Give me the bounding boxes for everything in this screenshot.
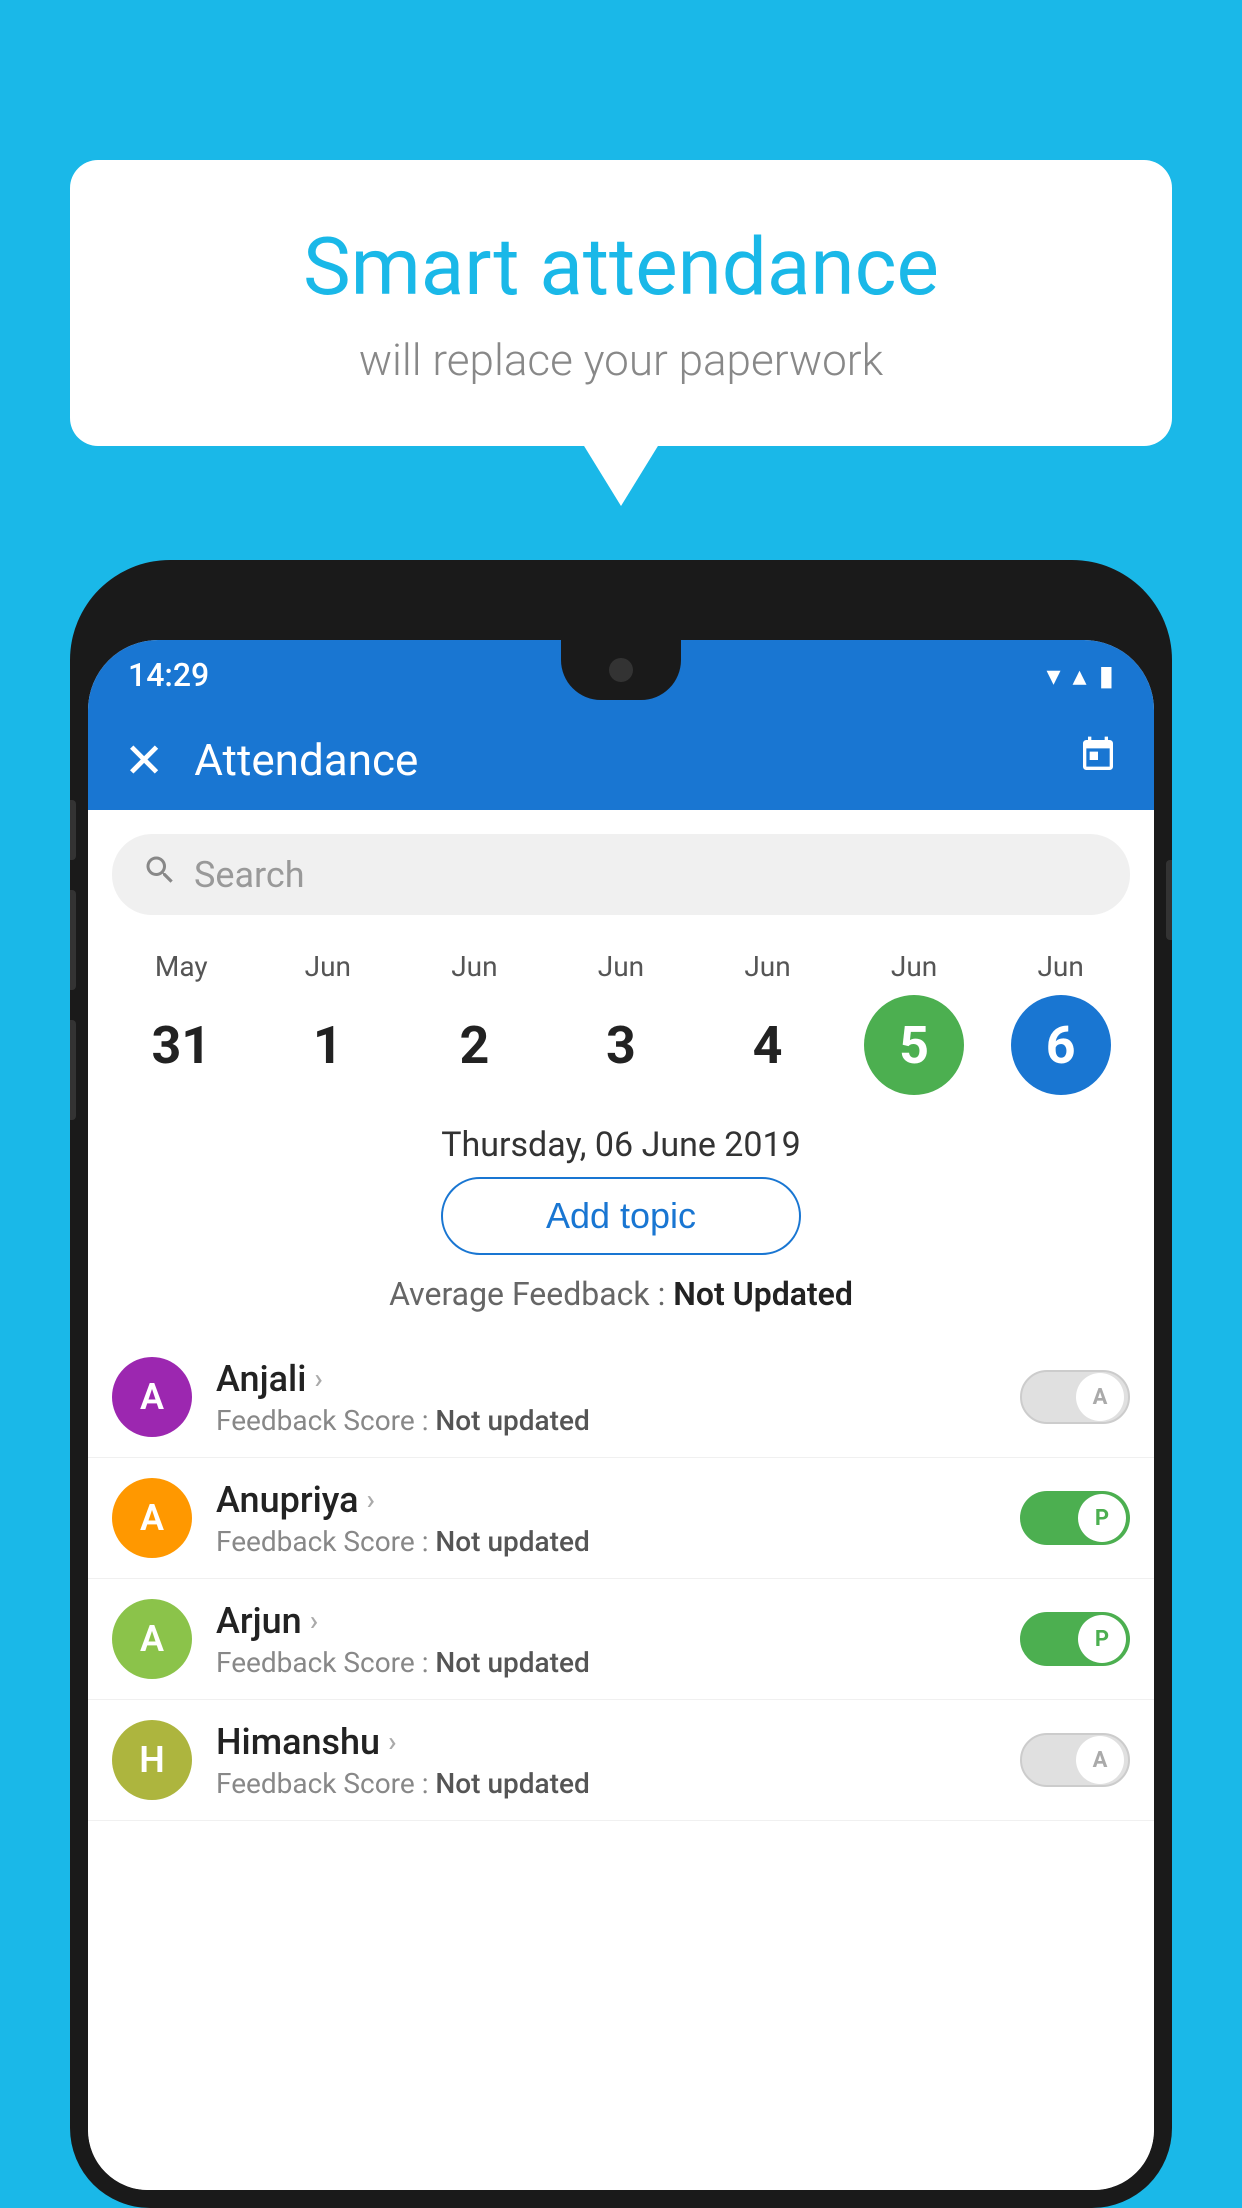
student-feedback: Feedback Score : Not updated	[216, 1404, 1020, 1437]
notch	[561, 640, 681, 700]
add-topic-button[interactable]: Add topic	[441, 1177, 801, 1255]
student-feedback: Feedback Score : Not updated	[216, 1525, 1020, 1558]
date-col-1[interactable]: Jun	[263, 941, 393, 991]
average-feedback: Average Feedback : Not Updated	[88, 1275, 1154, 1313]
student-info: Anupriya › Feedback Score : Not updated	[216, 1479, 1020, 1558]
toggle-knob: P	[1078, 1615, 1126, 1663]
power-button	[1166, 860, 1172, 940]
student-feedback: Feedback Score : Not updated	[216, 1767, 1020, 1800]
avg-feedback-label: Average Feedback :	[389, 1275, 665, 1313]
date-day-col-0[interactable]: 31	[116, 995, 246, 1095]
attendance-toggle[interactable]: P	[1020, 1491, 1130, 1545]
date-col-4[interactable]: Jun	[703, 941, 833, 991]
date-col-0[interactable]: May	[116, 941, 246, 991]
speech-bubble: Smart attendance will replace your paper…	[70, 160, 1172, 446]
day-0: 31	[131, 995, 231, 1095]
front-camera	[609, 658, 633, 682]
student-item[interactable]: A Arjun › Feedback Score : Not updated P	[88, 1579, 1154, 1700]
app-bar: ✕ Attendance	[88, 710, 1154, 810]
content-area: Search May Jun Jun Jun	[88, 810, 1154, 2190]
volume-silent-button	[70, 800, 76, 860]
student-info: Anjali › Feedback Score : Not updated	[216, 1358, 1020, 1437]
attendance-toggle[interactable]: A	[1020, 1733, 1130, 1787]
month-1: Jun	[305, 941, 351, 991]
day-5: 5	[864, 995, 964, 1095]
date-col-5[interactable]: Jun	[849, 941, 979, 991]
date-picker: May Jun Jun Jun Jun Jun	[88, 931, 1154, 1105]
volume-up-button	[70, 890, 76, 990]
month-0: May	[155, 941, 208, 991]
attendance-toggle[interactable]: A	[1020, 1370, 1130, 1424]
app-bar-title: Attendance	[194, 734, 1078, 786]
toggle-knob: A	[1076, 1373, 1124, 1421]
speech-bubble-title: Smart attendance	[150, 220, 1092, 314]
date-col-2[interactable]: Jun	[409, 941, 539, 991]
day-6: 6	[1011, 995, 1111, 1095]
search-bar[interactable]: Search	[112, 834, 1130, 915]
date-day-col-6[interactable]: 6	[996, 995, 1126, 1095]
chevron-icon: ›	[314, 1362, 322, 1395]
student-item[interactable]: A Anjali › Feedback Score : Not updated …	[88, 1337, 1154, 1458]
attendance-toggle[interactable]: P	[1020, 1612, 1130, 1666]
avatar: A	[112, 1599, 192, 1679]
phone-frame: 14:29 ▾ ▴ ▮ ✕ Attendance	[70, 560, 1172, 2208]
status-time: 14:29	[128, 656, 209, 694]
month-5: Jun	[891, 941, 937, 991]
student-name: Anjali ›	[216, 1358, 1020, 1400]
search-placeholder: Search	[194, 854, 305, 896]
toggle-knob: P	[1078, 1494, 1126, 1542]
date-months-row: May Jun Jun Jun Jun Jun	[108, 941, 1134, 991]
date-day-col-2[interactable]: 2	[409, 995, 539, 1095]
month-3: Jun	[598, 941, 644, 991]
avatar: A	[112, 1478, 192, 1558]
date-days-row: 31 1 2 3 4 5	[108, 995, 1134, 1095]
day-1: 1	[278, 995, 378, 1095]
date-day-col-4[interactable]: 4	[703, 995, 833, 1095]
student-name: Himanshu ›	[216, 1721, 1020, 1763]
student-info: Himanshu › Feedback Score : Not updated	[216, 1721, 1020, 1800]
student-feedback: Feedback Score : Not updated	[216, 1646, 1020, 1679]
student-list: A Anjali › Feedback Score : Not updated …	[88, 1337, 1154, 1821]
student-name: Arjun ›	[216, 1600, 1020, 1642]
date-col-6[interactable]: Jun	[996, 941, 1126, 991]
selected-date-label: Thursday, 06 June 2019	[88, 1105, 1154, 1177]
chevron-icon: ›	[367, 1483, 375, 1516]
avg-feedback-value: Not Updated	[673, 1275, 853, 1313]
close-button[interactable]: ✕	[124, 732, 164, 789]
student-item[interactable]: H Himanshu › Feedback Score : Not update…	[88, 1700, 1154, 1821]
date-day-col-5[interactable]: 5	[849, 995, 979, 1095]
date-day-col-3[interactable]: 3	[556, 995, 686, 1095]
chevron-icon: ›	[310, 1604, 318, 1637]
month-4: Jun	[744, 941, 790, 991]
month-2: Jun	[451, 941, 497, 991]
status-icons: ▾ ▴ ▮	[1046, 659, 1114, 692]
date-day-col-1[interactable]: 1	[263, 995, 393, 1095]
toggle-knob: A	[1076, 1736, 1124, 1784]
avatar: H	[112, 1720, 192, 1800]
wifi-icon: ▾	[1046, 659, 1060, 692]
search-icon	[142, 852, 178, 897]
volume-down-button	[70, 1020, 76, 1120]
speech-bubble-subtitle: will replace your paperwork	[150, 334, 1092, 386]
chevron-icon: ›	[388, 1725, 396, 1758]
day-2: 2	[424, 995, 524, 1095]
signal-icon: ▴	[1073, 659, 1087, 692]
month-6: Jun	[1037, 941, 1083, 991]
calendar-icon[interactable]	[1078, 735, 1118, 785]
day-3: 3	[571, 995, 671, 1095]
phone-screen: 14:29 ▾ ▴ ▮ ✕ Attendance	[88, 640, 1154, 2190]
student-name: Anupriya ›	[216, 1479, 1020, 1521]
date-col-3[interactable]: Jun	[556, 941, 686, 991]
day-4: 4	[718, 995, 818, 1095]
student-info: Arjun › Feedback Score : Not updated	[216, 1600, 1020, 1679]
battery-icon: ▮	[1099, 659, 1114, 692]
avatar: A	[112, 1357, 192, 1437]
student-item[interactable]: A Anupriya › Feedback Score : Not update…	[88, 1458, 1154, 1579]
